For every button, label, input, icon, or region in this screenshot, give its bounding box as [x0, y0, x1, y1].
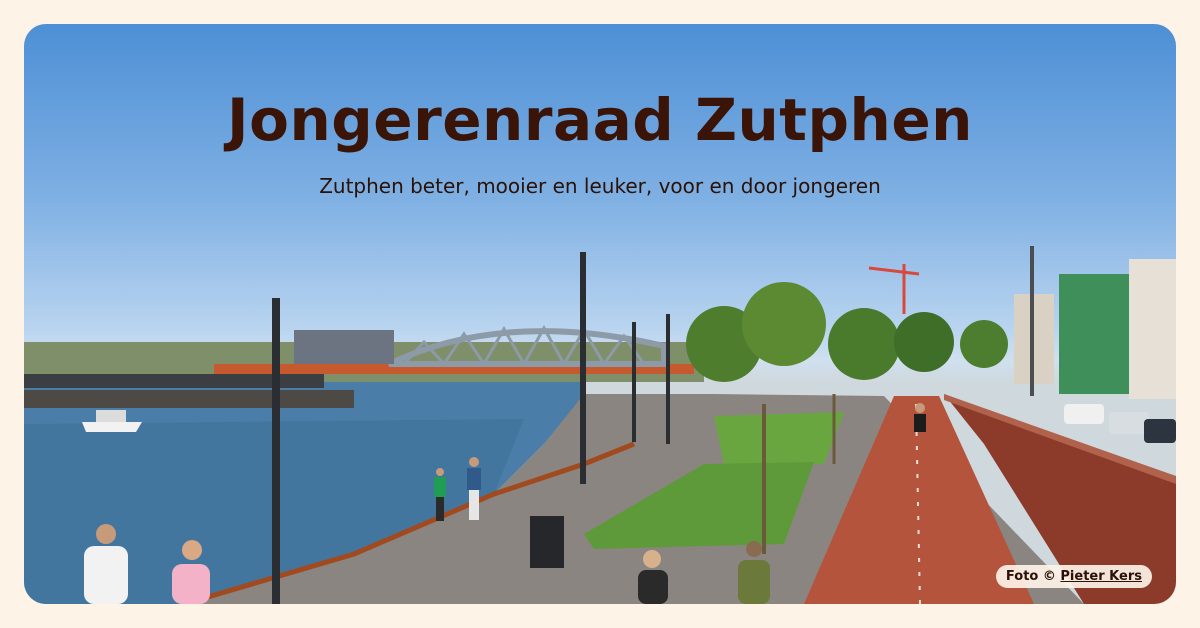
parked-car [1064, 404, 1104, 424]
pier [24, 390, 354, 408]
page-title: Jongerenraad Zutphen [227, 86, 973, 154]
tree [742, 282, 826, 366]
lift-bridge-tower [294, 330, 394, 364]
lamp-post [580, 252, 586, 484]
lamp-post [632, 322, 636, 442]
hero-photo: Jongerenraad Zutphen Zutphen beter, mooi… [24, 24, 1176, 604]
crane-jib [868, 266, 920, 276]
page-subtitle: Zutphen beter, mooier en leuker, voor en… [319, 174, 881, 198]
boat-cabin [96, 410, 126, 422]
parked-car [1144, 419, 1176, 443]
trash-bin [530, 516, 564, 568]
tree [828, 308, 900, 380]
photo-credit-badge: Foto © Pieter Kers [995, 565, 1152, 588]
scaffolded-building [1059, 274, 1129, 394]
grass-upper [714, 412, 844, 464]
photo-credit-author-link[interactable]: Pieter Kers [1060, 569, 1142, 584]
tree [894, 312, 954, 372]
lamp-post [1030, 246, 1034, 396]
boat [82, 422, 142, 432]
cyclist [914, 403, 926, 432]
building-white [1129, 259, 1176, 399]
lamp-post [666, 314, 670, 444]
photo-credit-prefix: Foto © [1005, 569, 1056, 584]
lamp-post [272, 298, 280, 604]
tree [960, 320, 1008, 368]
parked-car [1109, 412, 1149, 434]
